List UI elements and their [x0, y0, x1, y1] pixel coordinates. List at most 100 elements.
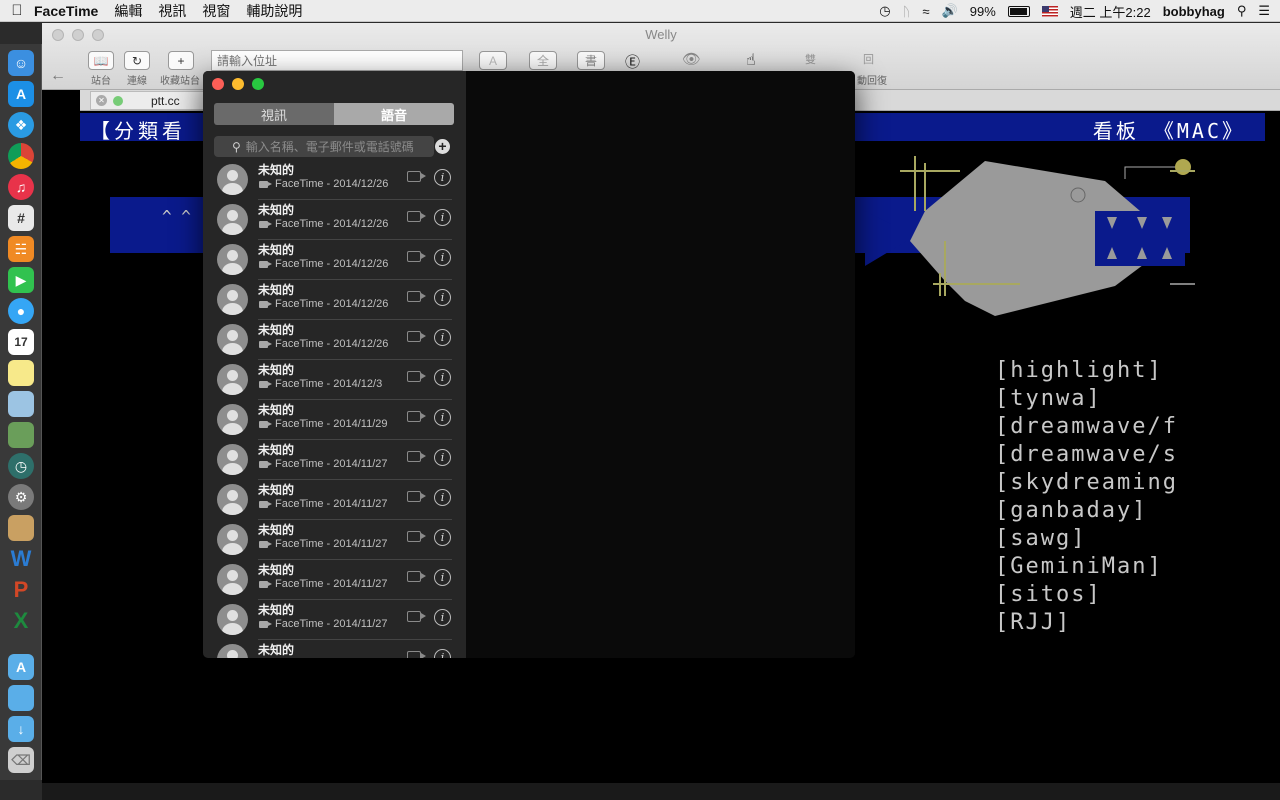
- anti-idle-icon[interactable]: Ⓔ: [625, 51, 640, 72]
- board-item[interactable]: [dreamwave/f: [995, 413, 1178, 441]
- info-button-icon[interactable]: i: [434, 569, 451, 586]
- battery-percent[interactable]: 99%: [970, 4, 996, 19]
- info-button-icon[interactable]: i: [434, 449, 451, 466]
- contact-search-field[interactable]: ⚲ 輸入名稱、電子郵件或電話號碼: [214, 136, 434, 157]
- facetime-zoom-button[interactable]: [252, 78, 264, 90]
- time-machine-status-icon[interactable]: ◷: [879, 3, 890, 19]
- documents-folder-icon[interactable]: [8, 685, 34, 711]
- iphoto-icon[interactable]: [8, 422, 34, 448]
- user-menu[interactable]: bobbyhag: [1163, 4, 1225, 19]
- menu-video[interactable]: 視訊: [158, 1, 186, 21]
- board-item[interactable]: [highlight]: [995, 357, 1178, 385]
- board-item[interactable]: [RJJ]: [995, 609, 1178, 637]
- video-call-button-icon[interactable]: [407, 531, 426, 542]
- info-button-icon[interactable]: i: [434, 209, 451, 226]
- recent-call-row[interactable]: 未知的 i: [203, 640, 466, 658]
- double-byte-button[interactable]: 雙: [805, 51, 816, 67]
- bluetooth-icon[interactable]: ᚢ: [903, 4, 911, 19]
- facetime-minimize-button[interactable]: [232, 78, 244, 90]
- app-menu[interactable]: FaceTime: [34, 3, 98, 19]
- wifi-icon[interactable]: ≈: [922, 4, 929, 19]
- apple-menu-icon[interactable]: : [0, 2, 34, 19]
- clock[interactable]: 週二 上午2:22: [1070, 2, 1151, 21]
- board-item[interactable]: [dreamwave/s: [995, 441, 1178, 469]
- spotlight-search-icon[interactable]: ⚲: [1237, 3, 1247, 19]
- recent-call-row[interactable]: 未知的 FaceTime - 2014/12/26 i: [203, 200, 466, 240]
- video-call-button-icon[interactable]: [407, 371, 426, 382]
- video-call-button-icon[interactable]: [407, 411, 426, 422]
- recent-call-row[interactable]: 未知的 FaceTime - 2014/11/27 i: [203, 480, 466, 520]
- chrome-icon[interactable]: [8, 143, 34, 169]
- tab-ptt[interactable]: ✕ ptt.cc: [90, 91, 208, 110]
- book-mode-button[interactable]: 書: [577, 51, 605, 70]
- address-input[interactable]: [211, 50, 463, 71]
- menu-window[interactable]: 視窗: [202, 1, 230, 21]
- auto-reply-button[interactable]: 回: [863, 51, 874, 67]
- battery-icon[interactable]: [1007, 5, 1030, 17]
- info-button-icon[interactable]: i: [434, 249, 451, 266]
- word-icon[interactable]: W: [8, 546, 34, 572]
- video-call-button-icon[interactable]: [407, 651, 426, 658]
- messages-icon[interactable]: ●: [8, 298, 34, 324]
- video-call-button-icon[interactable]: [407, 211, 426, 222]
- add-favorite-button[interactable]: +: [168, 51, 194, 70]
- recent-call-row[interactable]: 未知的 FaceTime - 2014/11/27 i: [203, 440, 466, 480]
- info-button-icon[interactable]: i: [434, 649, 451, 658]
- trash-icon[interactable]: ⌫: [8, 747, 34, 773]
- sites-button[interactable]: 📖: [88, 51, 114, 70]
- menu-help[interactable]: 輔助說明: [246, 1, 302, 21]
- recent-call-row[interactable]: 未知的 FaceTime - 2014/12/26 i: [203, 160, 466, 200]
- recent-call-row[interactable]: 未知的 FaceTime - 2014/11/27 i: [203, 560, 466, 600]
- recent-call-row[interactable]: 未知的 FaceTime - 2014/12/26 i: [203, 280, 466, 320]
- recent-call-row[interactable]: 未知的 FaceTime - 2014/11/29 i: [203, 400, 466, 440]
- recent-call-row[interactable]: 未知的 FaceTime - 2014/12/26 i: [203, 320, 466, 360]
- downloads-folder-icon[interactable]: ↓: [8, 716, 34, 742]
- info-button-icon[interactable]: i: [434, 369, 451, 386]
- video-call-button-icon[interactable]: [407, 171, 426, 182]
- powerpoint-icon[interactable]: P: [8, 577, 34, 603]
- archive-utility-icon[interactable]: [8, 515, 34, 541]
- recent-call-row[interactable]: 未知的 FaceTime - 2014/12/26 i: [203, 240, 466, 280]
- slack-icon[interactable]: #: [8, 205, 34, 231]
- video-call-button-icon[interactable]: [407, 571, 426, 582]
- preview-icon[interactable]: [8, 391, 34, 417]
- board-item[interactable]: [ganbaday]: [995, 497, 1178, 525]
- video-call-button-icon[interactable]: [407, 611, 426, 622]
- info-button-icon[interactable]: i: [434, 289, 451, 306]
- board-item[interactable]: [GeminiMan]: [995, 553, 1178, 581]
- info-button-icon[interactable]: i: [434, 329, 451, 346]
- excel-icon[interactable]: X: [8, 608, 34, 634]
- eye-icon[interactable]: 👁: [682, 50, 701, 68]
- facetime-close-button[interactable]: [212, 78, 224, 90]
- video-call-button-icon[interactable]: [407, 491, 426, 502]
- video-call-button-icon[interactable]: [407, 291, 426, 302]
- tab-audio[interactable]: 語音: [334, 103, 454, 125]
- connect-button[interactable]: ↻: [124, 51, 150, 70]
- time-machine-icon[interactable]: ◷: [8, 453, 34, 479]
- board-item[interactable]: [skydreaming: [995, 469, 1178, 497]
- safari-icon[interactable]: ❖: [8, 112, 34, 138]
- info-button-icon[interactable]: i: [434, 529, 451, 546]
- full-button[interactable]: 全: [529, 51, 557, 70]
- info-button-icon[interactable]: i: [434, 489, 451, 506]
- recent-call-row[interactable]: 未知的 FaceTime - 2014/11/27 i: [203, 600, 466, 640]
- back-arrow-icon[interactable]: ←: [50, 67, 66, 85]
- video-call-button-icon[interactable]: [407, 451, 426, 462]
- font-button[interactable]: A: [479, 51, 507, 70]
- info-button-icon[interactable]: i: [434, 169, 451, 186]
- board-item[interactable]: [sitos]: [995, 581, 1178, 609]
- video-call-button-icon[interactable]: [407, 251, 426, 262]
- menu-edit[interactable]: 編輯: [114, 1, 142, 21]
- itunes-icon[interactable]: ♫: [8, 174, 34, 200]
- info-button-icon[interactable]: i: [434, 409, 451, 426]
- facetime-icon[interactable]: ▶: [8, 267, 34, 293]
- add-contact-button[interactable]: +: [435, 139, 450, 154]
- tab-video[interactable]: 視訊: [214, 103, 334, 125]
- info-button-icon[interactable]: i: [434, 609, 451, 626]
- calendar-icon[interactable]: 17: [8, 329, 34, 355]
- applications-folder-icon[interactable]: A: [8, 654, 34, 680]
- recent-call-row[interactable]: 未知的 FaceTime - 2014/11/27 i: [203, 520, 466, 560]
- board-item[interactable]: [tynwa]: [995, 385, 1178, 413]
- video-call-button-icon[interactable]: [407, 331, 426, 342]
- board-item[interactable]: [sawg]: [995, 525, 1178, 553]
